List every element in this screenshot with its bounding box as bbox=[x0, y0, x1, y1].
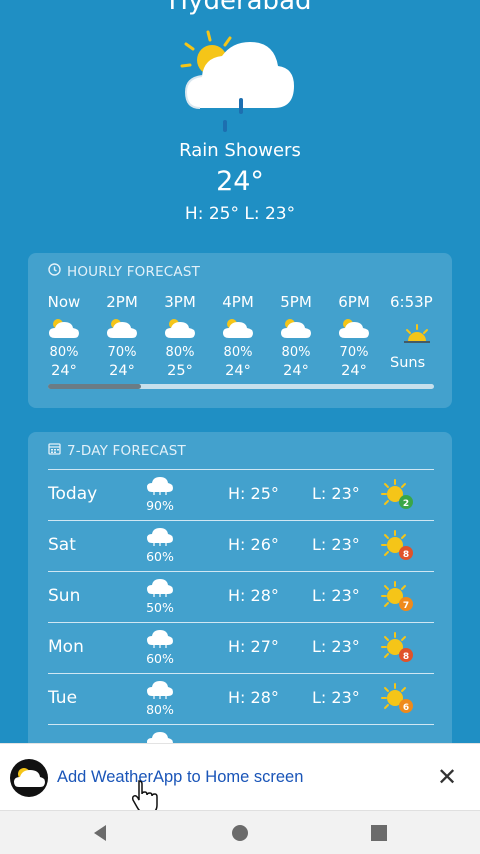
daily-high: H: 26° bbox=[228, 535, 279, 554]
uv-index: 8 bbox=[403, 652, 409, 662]
daily-day: Today bbox=[48, 484, 98, 504]
hourly-precip: 70% bbox=[339, 345, 369, 360]
cloud-icon bbox=[144, 627, 176, 653]
clock-icon bbox=[48, 263, 61, 280]
daily-day: Mon bbox=[48, 637, 84, 657]
hourly-scrollbar-thumb[interactable] bbox=[48, 384, 141, 389]
uv-sun-icon: 6 bbox=[380, 682, 418, 718]
hourly-precip: 80% bbox=[281, 345, 311, 360]
uv-index: 7 bbox=[403, 601, 409, 611]
daily-low: L: 23° bbox=[312, 535, 360, 554]
daily-low: L: 23° bbox=[312, 637, 360, 656]
add-to-home-banner[interactable]: Add WeatherApp to Home screen ✕ bbox=[0, 743, 480, 810]
hourly-item[interactable]: 4PM 80% 24° bbox=[208, 293, 268, 379]
calendar-icon bbox=[48, 442, 61, 459]
cloud-sun-icon bbox=[34, 313, 94, 345]
recents-square-icon[interactable] bbox=[369, 823, 391, 843]
daily-day: Sat bbox=[48, 535, 76, 555]
cloud-icon bbox=[144, 729, 176, 743]
current-high-low: H: 25° L: 23° bbox=[184, 204, 296, 224]
daily-precip: 80% bbox=[146, 702, 174, 717]
hourly-item[interactable]: 5PM 80% 24° bbox=[266, 293, 326, 379]
daily-day: Tue bbox=[48, 688, 78, 708]
hourly-item[interactable]: 6PM 70% 24° bbox=[324, 293, 384, 379]
home-circle-icon[interactable] bbox=[230, 823, 252, 843]
daily-row[interactable]: Sat 60% H: 26° L: 23° 8 bbox=[48, 520, 434, 571]
daily-precip: 90% bbox=[146, 498, 174, 513]
hourly-precip: 80% bbox=[223, 345, 253, 360]
close-icon[interactable]: ✕ bbox=[434, 764, 460, 790]
hourly-temp: 24° bbox=[225, 363, 251, 379]
daily-row[interactable]: Sun 50% H: 28° L: 23° 7 bbox=[48, 571, 434, 622]
system-navigation-bar bbox=[0, 810, 480, 854]
cloud-sun-icon bbox=[266, 313, 326, 345]
daily-day: Sun bbox=[48, 586, 81, 606]
daily-high: H: 28° bbox=[228, 688, 279, 707]
hourly-forecast-title: HOURLY FORECAST bbox=[48, 263, 200, 280]
daily-precip: 60% bbox=[146, 549, 174, 564]
cloud-icon bbox=[144, 525, 176, 551]
uv-index: 6 bbox=[403, 703, 409, 713]
hourly-precip: 70% bbox=[107, 345, 137, 360]
hourly-temp: Suns bbox=[390, 355, 426, 371]
cloud-sun-icon bbox=[150, 313, 210, 345]
back-triangle-icon[interactable] bbox=[90, 823, 112, 843]
city-name: Hyderabad bbox=[168, 0, 312, 16]
daily-low: L: 23° bbox=[312, 484, 360, 503]
daily-row-partial[interactable] bbox=[48, 724, 434, 743]
weather-app-screen: Hyderabad Rain Showers 24° H: 25° L: 23°… bbox=[0, 0, 480, 743]
hourly-precip: 80% bbox=[49, 345, 79, 360]
daily-low: L: 23° bbox=[312, 586, 360, 605]
hourly-item[interactable]: 3PM 80% 25° bbox=[150, 293, 210, 379]
hourly-time: 2PM bbox=[106, 293, 138, 311]
daily-precip: 50% bbox=[146, 600, 174, 615]
cloud-sun-icon bbox=[92, 313, 152, 345]
hourly-precip: 80% bbox=[165, 345, 195, 360]
cloud-icon bbox=[144, 678, 176, 704]
daily-forecast-title: 7-DAY FORECAST bbox=[48, 442, 186, 459]
uv-sun-icon: 8 bbox=[380, 529, 418, 565]
daily-high: H: 25° bbox=[228, 484, 279, 503]
hourly-time: 5PM bbox=[280, 293, 312, 311]
uv-index: 8 bbox=[403, 550, 409, 560]
hourly-time: 4PM bbox=[222, 293, 254, 311]
cloud-sun-icon bbox=[324, 313, 384, 345]
sunset-icon bbox=[390, 313, 452, 357]
uv-index: 2 bbox=[403, 499, 409, 509]
daily-row[interactable]: Today 90% H: 25° L: 23° 2 bbox=[48, 469, 434, 520]
hourly-temp: 24° bbox=[341, 363, 367, 379]
daily-high: H: 27° bbox=[228, 637, 279, 656]
hourly-scrollbar[interactable] bbox=[48, 384, 434, 389]
daily-forecast-card[interactable]: 7-DAY FORECAST Today 90% H: 25° L: 23° 2… bbox=[28, 432, 452, 743]
daily-row[interactable]: Mon 60% H: 27° L: 23° 8 bbox=[48, 622, 434, 673]
daily-low: L: 23° bbox=[312, 688, 360, 707]
hourly-time: Now bbox=[47, 293, 81, 311]
hourly-time: 3PM bbox=[164, 293, 196, 311]
hourly-item[interactable]: 2PM 70% 24° bbox=[92, 293, 152, 379]
hourly-item[interactable]: 6:53P Suns bbox=[390, 293, 452, 371]
add-to-home-link[interactable]: Add WeatherApp to Home screen bbox=[57, 768, 303, 787]
current-temperature: 24° bbox=[216, 166, 264, 197]
uv-sun-icon: 2 bbox=[380, 478, 418, 514]
cloud-icon bbox=[144, 474, 176, 500]
weatherapp-logo-icon bbox=[10, 759, 48, 797]
hourly-time: 6:53P bbox=[390, 293, 433, 311]
hourly-temp: 24° bbox=[51, 363, 77, 379]
hourly-temp: 24° bbox=[109, 363, 135, 379]
hourly-time: 6PM bbox=[338, 293, 370, 311]
hourly-temp: 25° bbox=[167, 363, 193, 379]
hourly-temp: 24° bbox=[283, 363, 309, 379]
uv-sun-icon: 7 bbox=[380, 580, 418, 616]
daily-row[interactable]: Tue 80% H: 28° L: 23° 6 bbox=[48, 673, 434, 724]
sun-cloud-rain-icon bbox=[178, 28, 302, 138]
uv-sun-icon: 8 bbox=[380, 631, 418, 667]
current-condition: Rain Showers bbox=[179, 140, 301, 161]
cloud-sun-icon bbox=[208, 313, 268, 345]
hourly-forecast-card[interactable]: HOURLY FORECAST Now 80% 24° 2PM 70% 24° … bbox=[28, 253, 452, 408]
cloud-icon bbox=[144, 576, 176, 602]
hourly-item[interactable]: Now 80% 24° bbox=[34, 293, 94, 379]
daily-precip: 60% bbox=[146, 651, 174, 666]
daily-high: H: 28° bbox=[228, 586, 279, 605]
